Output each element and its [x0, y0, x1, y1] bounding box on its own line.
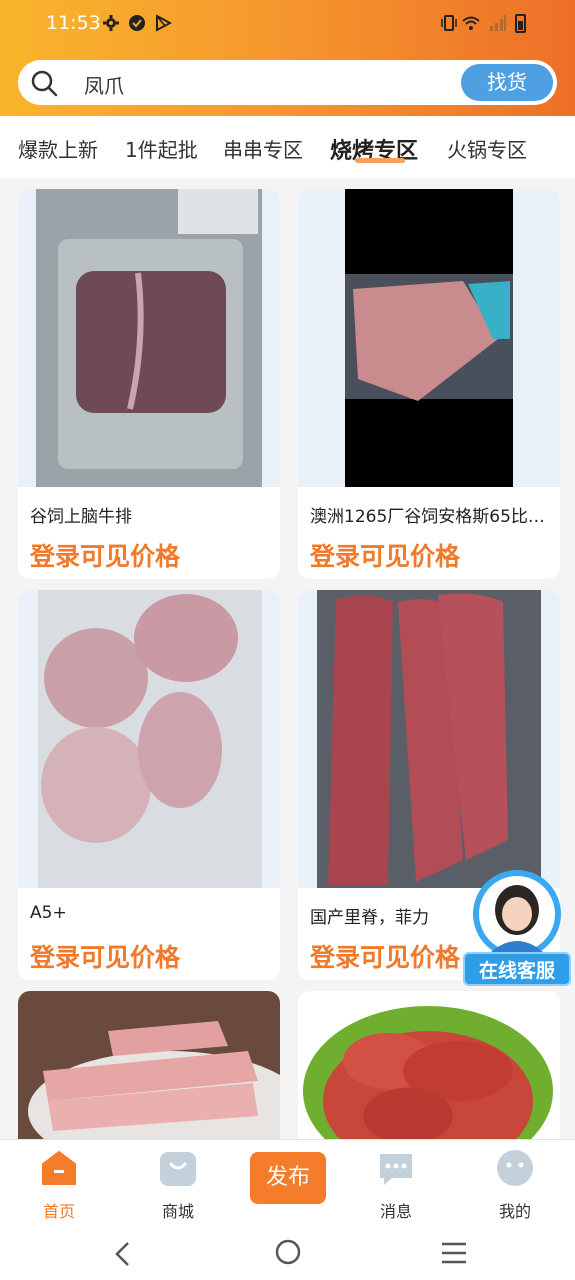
product-image: [18, 590, 280, 888]
battery-icon: [515, 14, 526, 33]
product-price: 登录可见价格: [310, 943, 461, 972]
product-title: 谷饲上脑牛排: [30, 507, 132, 527]
tab-hot-new[interactable]: 爆款上新: [18, 134, 98, 163]
tab-hotpot[interactable]: 火锅专区: [447, 134, 527, 163]
product-card[interactable]: 谷饲上脑牛排 登录可见价格: [18, 189, 280, 579]
search-icon: [31, 70, 58, 97]
product-image: [298, 189, 560, 487]
system-navigation-bar: [0, 1229, 575, 1280]
shop-bag-icon: [160, 1152, 196, 1186]
home-circle-icon[interactable]: [274, 1238, 302, 1266]
nav-messages[interactable]: 消息: [356, 1148, 436, 1222]
category-tabs: 爆款上新 1件起批 串串专区 烧烤专区 火锅专区: [0, 116, 575, 178]
product-image: [298, 590, 560, 888]
vibrate-icon: [441, 15, 457, 31]
bottom-navigation: 首页 商城 发布 消息 我的: [0, 1139, 575, 1230]
nav-messages-label: 消息: [379, 1202, 412, 1221]
customer-service-label: 在线客服: [463, 952, 571, 986]
product-price: 登录可见价格: [310, 542, 461, 571]
product-image: [298, 991, 560, 1151]
customer-service-avatar-icon: [473, 870, 561, 958]
status-bar: 11:53: [0, 0, 575, 48]
app-header: 11:53 凤爪 找货: [0, 0, 575, 116]
customer-service-button[interactable]: 在线客服: [461, 866, 573, 990]
product-price: 登录可见价格: [30, 943, 181, 972]
nav-profile[interactable]: 我的: [475, 1148, 555, 1222]
product-card[interactable]: [298, 991, 560, 1151]
message-icon: [380, 1154, 412, 1185]
profile-icon: [497, 1150, 533, 1186]
search-bar[interactable]: 凤爪 找货: [18, 60, 557, 105]
product-title: A5+: [30, 903, 67, 923]
status-time: 11:53: [46, 12, 101, 34]
nav-shop-label: 商城: [161, 1202, 194, 1221]
nav-profile-label: 我的: [498, 1202, 531, 1221]
tab-skewers[interactable]: 串串专区: [223, 134, 303, 163]
active-tab-indicator: [355, 158, 405, 163]
nav-home[interactable]: 首页: [19, 1148, 99, 1222]
check-circle-icon: [129, 15, 145, 31]
nav-shop[interactable]: 商城: [138, 1148, 218, 1222]
menu-icon[interactable]: [440, 1240, 468, 1266]
settings-gear-icon: [103, 15, 119, 31]
search-input[interactable]: 凤爪: [84, 70, 124, 99]
search-button[interactable]: 找货: [461, 64, 553, 101]
product-image: [18, 991, 280, 1151]
wifi-icon: [462, 16, 480, 30]
play-store-icon: [156, 14, 172, 32]
nav-home-label: 首页: [42, 1202, 75, 1221]
product-card[interactable]: A5+ 登录可见价格: [18, 590, 280, 980]
product-price: 登录可见价格: [30, 542, 181, 571]
publish-button[interactable]: 发布: [250, 1152, 326, 1204]
home-icon: [42, 1151, 76, 1185]
back-icon[interactable]: [110, 1239, 134, 1269]
product-card[interactable]: 澳洲1265厂谷饲安格斯65比… 登录可见价格: [298, 189, 560, 579]
product-title: 澳洲1265厂谷饲安格斯65比…: [310, 507, 545, 527]
signal-icon: [490, 15, 506, 31]
product-card[interactable]: [18, 991, 280, 1151]
tab-one-piece-wholesale[interactable]: 1件起批: [125, 134, 198, 163]
product-image: [18, 189, 280, 487]
